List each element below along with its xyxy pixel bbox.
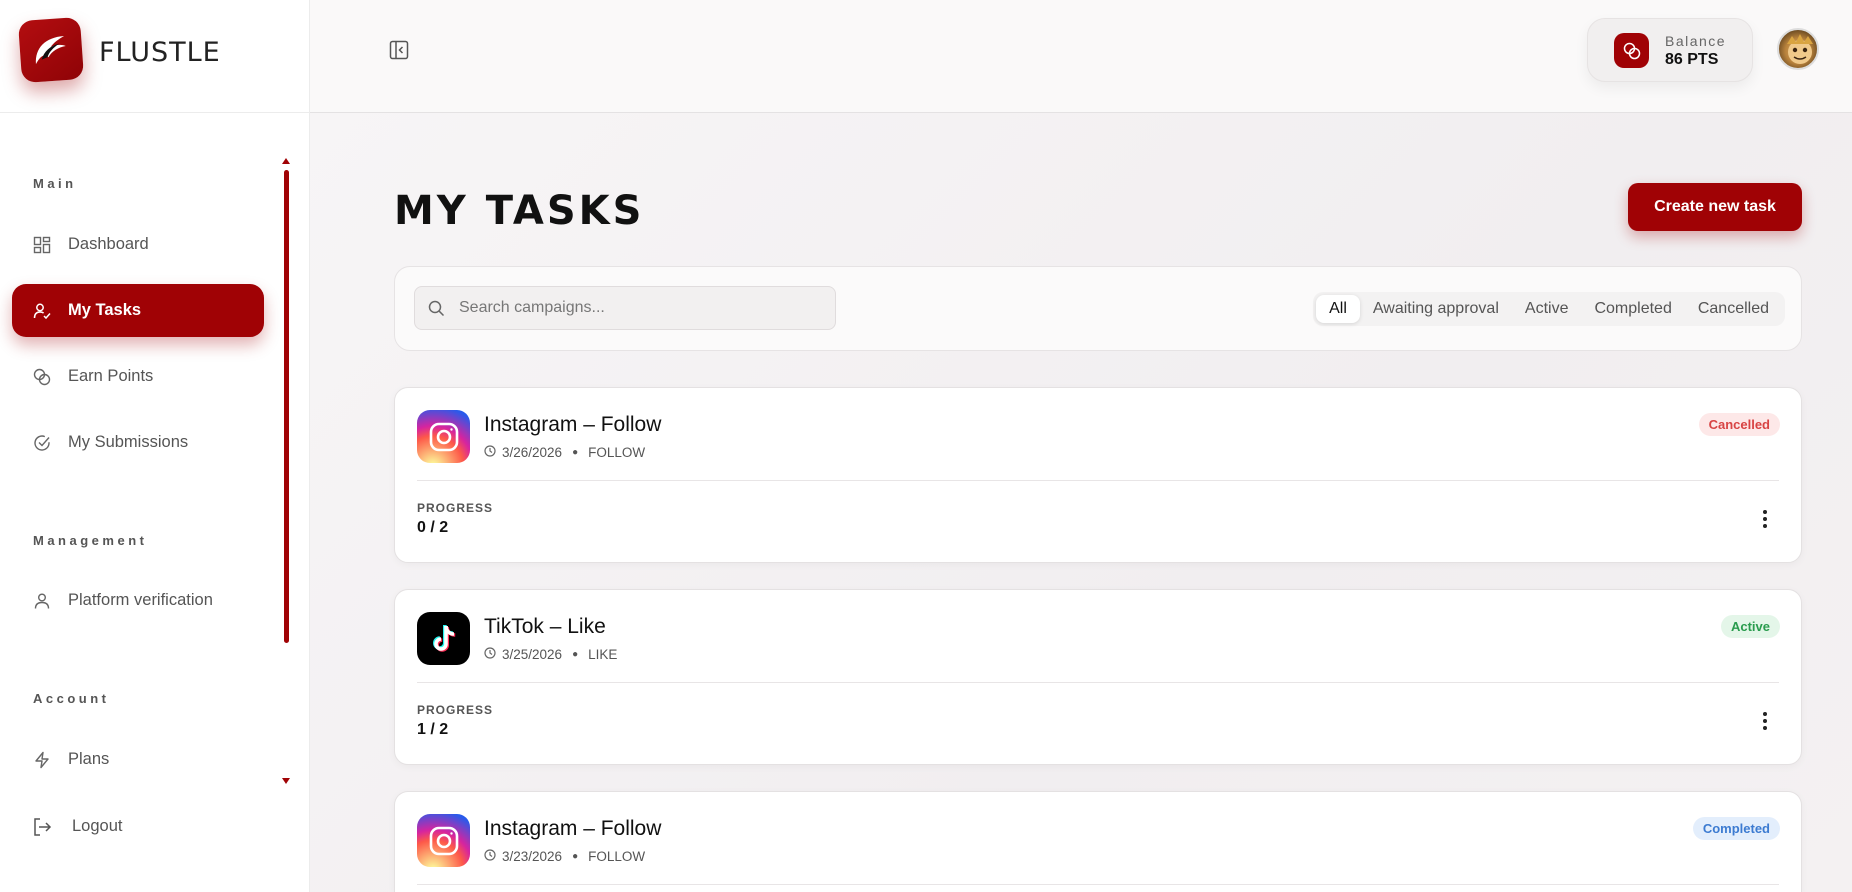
clock-icon [484,647,496,662]
progress-label: PROGRESS [417,501,494,515]
status-badge: Cancelled [1698,413,1780,436]
tab-completed[interactable]: Completed [1581,295,1684,323]
task-card[interactable]: TikTok – Like 3/25/2026 ● LIKE Active PR… [394,589,1802,765]
task-type: FOLLOW [588,445,646,460]
sidebar-item-my-tasks[interactable]: My Tasks [12,284,264,337]
sidebar-item-plans[interactable]: Plans [12,733,264,786]
progress-label: PROGRESS [417,703,494,717]
logout-button[interactable]: Logout [12,800,264,853]
task-type: FOLLOW [588,849,646,864]
scroll-down-arrow[interactable] [282,778,290,784]
status-badge: Active [1720,615,1780,638]
sidebar-item-platform-verification[interactable]: Platform verification [12,574,264,627]
task-type: LIKE [588,647,618,662]
logout-label: Logout [72,817,123,835]
task-title: TikTok – Like [484,615,606,638]
task-meta: 3/25/2026 ● LIKE [484,647,617,662]
tab-all[interactable]: All [1316,295,1360,323]
check-circle-icon [32,433,52,453]
main-content: MY TASKS Create new task All Awaiting ap… [310,113,1852,892]
task-date: 3/23/2026 [502,849,563,864]
task-date: 3/25/2026 [502,647,563,662]
sidebar-item-dashboard[interactable]: Dashboard [12,218,264,271]
progress-value: 1 / 2 [417,721,449,738]
progress-value: 0 / 2 [417,519,449,536]
logo-icon[interactable] [17,16,85,84]
sidebar-toggle-icon[interactable] [389,40,411,62]
instagram-icon [417,814,470,867]
status-badge: Completed [1692,817,1780,840]
filter-bar: All Awaiting approval Active Completed C… [394,266,1802,351]
logout-icon [32,817,52,837]
coins-icon [32,367,52,387]
user-check-icon [32,301,52,321]
task-card[interactable]: Instagram – Follow 3/23/2026 ● FOLLOW Co… [394,791,1802,892]
more-options-icon[interactable] [1761,510,1769,528]
divider [417,682,1779,683]
sidebar-item-my-submissions[interactable]: My Submissions [12,416,264,469]
separator-dot: ● [572,851,579,862]
nav-section-account: Account [33,691,110,706]
clock-icon [484,445,496,460]
clock-icon [484,849,496,864]
divider [417,884,1779,885]
divider [417,480,1779,481]
dashboard-icon [32,235,52,255]
brand-name: FLUSTLE [99,37,221,68]
brand: FLUSTLE [0,0,310,113]
task-title: Instagram – Follow [484,817,662,840]
sidebar-item-label: Dashboard [68,235,149,253]
sidebar-item-label: Plans [68,750,110,768]
more-options-icon[interactable] [1761,712,1769,730]
separator-dot: ● [572,649,579,660]
separator-dot: ● [572,447,579,458]
nav-section-management: Management [33,533,148,548]
balance-label: Balance [1665,33,1727,49]
task-meta: 3/26/2026 ● FOLLOW [484,445,645,460]
coins-icon [1614,33,1649,68]
status-tabs: All Awaiting approval Active Completed C… [1313,292,1785,326]
sidebar-item-label: My Tasks [68,301,142,319]
scroll-up-arrow[interactable] [282,158,290,164]
task-card[interactable]: Instagram – Follow 3/26/2026 ● FOLLOW Ca… [394,387,1802,563]
sidebar-item-label: My Submissions [68,433,189,451]
sidebar-scrollbar[interactable] [284,170,289,643]
tab-active[interactable]: Active [1512,295,1582,323]
sidebar-item-earn-points[interactable]: Earn Points [12,350,264,403]
bolt-icon [32,750,52,770]
tab-awaiting-approval[interactable]: Awaiting approval [1360,295,1512,323]
page-title: MY TASKS [394,188,645,234]
balance-card[interactable]: Balance 86 PTS [1587,18,1753,82]
top-bar: Balance 86 PTS [310,0,1852,113]
search-box[interactable] [414,286,836,330]
search-input[interactable] [459,287,819,329]
search-icon [428,300,445,322]
instagram-icon [417,410,470,463]
nav-section-main: Main [33,176,77,191]
sidebar: FLUSTLE Main Dashboard My Tasks Earn Poi… [0,0,310,892]
user-icon [32,591,52,611]
tab-cancelled[interactable]: Cancelled [1685,295,1782,323]
tiktok-icon [417,612,470,665]
task-date: 3/26/2026 [502,445,563,460]
sidebar-item-label: Platform verification [68,591,213,609]
create-task-button[interactable]: Create new task [1628,183,1802,231]
avatar[interactable] [1777,28,1819,70]
task-title: Instagram – Follow [484,413,662,436]
sidebar-item-label: Earn Points [68,367,154,385]
balance-value: 86 PTS [1665,51,1719,68]
task-meta: 3/23/2026 ● FOLLOW [484,849,645,864]
